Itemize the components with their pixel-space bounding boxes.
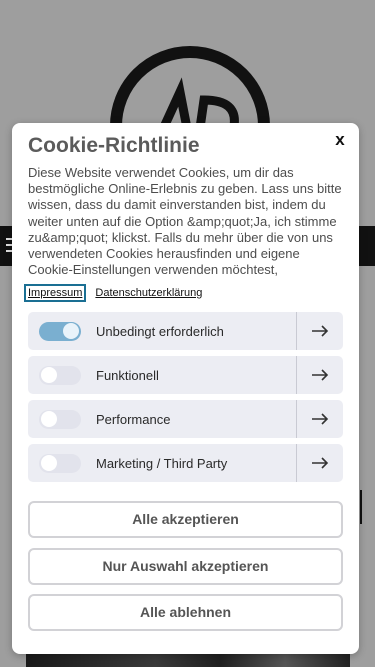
dialog-title: Cookie-Richtlinie — [28, 134, 200, 157]
marketing-toggle[interactable] — [39, 453, 81, 473]
arrow-right-icon[interactable] — [297, 444, 343, 482]
arrow-right-icon[interactable] — [297, 400, 343, 438]
necessary-toggle[interactable] — [39, 321, 81, 341]
background-element — [360, 490, 362, 524]
functional-toggle[interactable] — [39, 365, 81, 385]
legal-links: Impressum Datenschutzerklärung — [24, 283, 202, 303]
cookie-category-list: Unbedingt erforderlich Funktionell Perfo… — [28, 312, 343, 488]
page-background: x Cookie-Richtlinie Diese Website verwen… — [0, 0, 375, 667]
category-row-necessary: Unbedingt erforderlich — [28, 312, 343, 350]
accept-all-button[interactable]: Alle akzeptieren — [28, 501, 343, 538]
category-row-performance: Performance — [28, 400, 343, 438]
dialog-description: Diese Website verwendet Cookies, um dir … — [28, 165, 342, 278]
privacy-policy-link[interactable]: Datenschutzerklärung — [95, 287, 202, 299]
cookie-consent-dialog: x Cookie-Richtlinie Diese Website verwen… — [12, 123, 359, 654]
category-row-marketing: Marketing / Third Party — [28, 444, 343, 482]
reject-all-button[interactable]: Alle ablehnen — [28, 594, 343, 631]
category-row-functional: Funktionell — [28, 356, 343, 394]
accept-selection-button[interactable]: Nur Auswahl akzeptieren — [28, 548, 343, 585]
close-icon[interactable]: x — [329, 129, 351, 151]
performance-toggle[interactable] — [39, 409, 81, 429]
arrow-right-icon[interactable] — [297, 312, 343, 350]
impressum-link[interactable]: Impressum — [24, 284, 87, 302]
arrow-right-icon[interactable] — [297, 356, 343, 394]
